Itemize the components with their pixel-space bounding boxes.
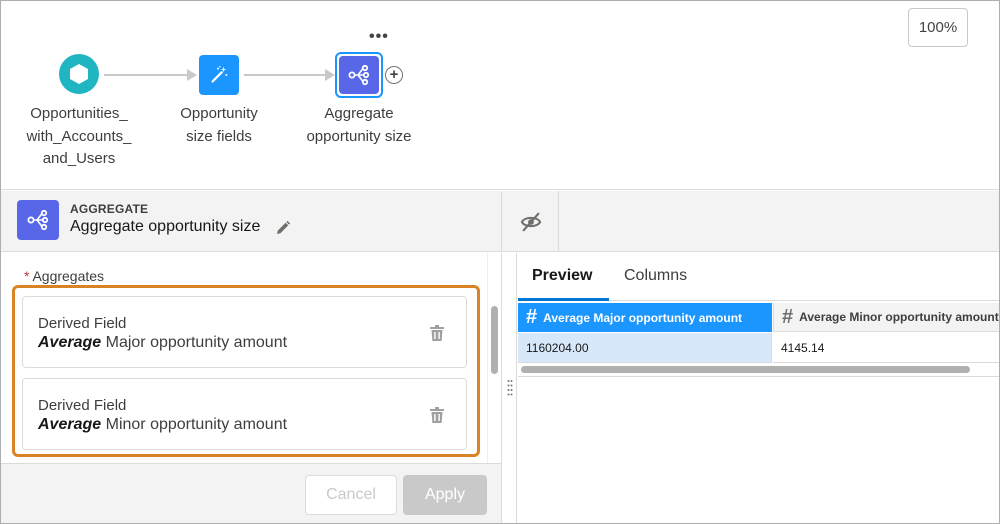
number-type-icon: # — [526, 306, 538, 328]
node-label-line: Aggregate — [324, 105, 394, 122]
node-label-formula[interactable]: Opportunity size fields — [164, 103, 274, 148]
hexagon-icon[interactable] — [59, 54, 99, 94]
aggregates-label-text: Aggregates — [32, 268, 105, 284]
node-type-label: AGGREGATE — [70, 202, 149, 216]
hexagon-shape — [70, 64, 88, 84]
header-divider — [501, 191, 502, 252]
aggregate-node-selected[interactable] — [335, 52, 383, 98]
aggregate-shape — [348, 64, 370, 86]
pencil-icon[interactable] — [274, 219, 292, 237]
connector-arrow-icon — [187, 69, 197, 81]
tab-columns[interactable]: Columns — [624, 267, 687, 285]
required-mark: * — [24, 268, 30, 284]
table-cell[interactable]: 4145.14 — [773, 333, 999, 363]
node-label-line: and_Users — [42, 150, 116, 167]
node-label-source[interactable]: Opportunities_ with_Accounts_ and_Users — [19, 103, 139, 171]
node-label-line: with_Accounts_ — [26, 127, 132, 145]
column-header[interactable]: # Average Minor opportunity amount — [773, 303, 999, 332]
magic-wand-shape — [211, 66, 228, 83]
app-frame: 100% Opportunities_ with_Accounts_ and_U… — [0, 0, 1000, 524]
node-label-line: size fields — [186, 127, 252, 145]
zoom-level-button[interactable]: 100% — [908, 8, 968, 47]
aggregate-icon — [339, 56, 379, 94]
aggregate-shape — [27, 209, 49, 231]
apply-button[interactable]: Apply — [403, 475, 487, 515]
aggregates-label: * Aggregates — [24, 268, 104, 284]
cancel-button[interactable]: Cancel — [305, 475, 397, 515]
column-header-selected[interactable]: # Average Major opportunity amount — [518, 303, 772, 332]
horizontal-scrollbar-thumb[interactable] — [521, 366, 970, 373]
header-divider — [558, 191, 559, 252]
node-label-aggregate[interactable]: Aggregate opportunity size — [299, 103, 419, 148]
column-header-label: Average Major opportunity amount — [543, 310, 743, 325]
table-cell[interactable]: 1160204.00 — [518, 333, 772, 363]
recipe-canvas — [1, 1, 999, 190]
column-header-label: Average Minor opportunity amount — [799, 310, 999, 324]
tab-preview[interactable]: Preview — [532, 267, 592, 285]
aggregate-icon — [17, 200, 59, 240]
node-title: Aggregate opportunity size — [70, 218, 261, 235]
connector-line — [104, 74, 190, 76]
connector-arrow-icon — [325, 69, 335, 81]
drag-handle-icon[interactable] — [507, 379, 513, 397]
more-actions-icon[interactable]: ••• — [369, 29, 389, 45]
active-tab-indicator — [518, 298, 609, 301]
annotation-highlight-box — [12, 285, 480, 457]
add-node-button[interactable]: + — [385, 66, 403, 84]
node-label-line: Opportunity — [180, 105, 258, 122]
vertical-scrollbar-thumb[interactable] — [491, 306, 498, 374]
number-type-icon: # — [782, 305, 794, 328]
node-label-line: opportunity size — [306, 127, 412, 145]
magic-wand-icon[interactable] — [199, 55, 239, 95]
node-label-line: Opportunities_ — [30, 105, 128, 122]
eye-off-icon[interactable] — [520, 212, 542, 232]
connector-line — [244, 74, 328, 76]
